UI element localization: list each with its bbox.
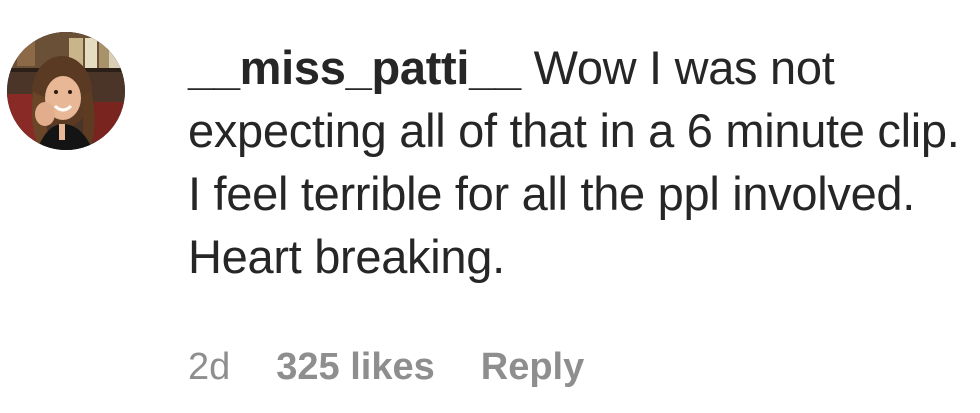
reply-button[interactable]: Reply [481,346,584,389]
comment: __miss_patti__ Wow I was not expecting a… [0,0,980,413]
likes-count[interactable]: 325 likes [276,346,434,389]
comment-body: __miss_patti__ Wow I was not expecting a… [188,36,968,288]
profile-photo-icon [7,32,125,150]
comment-meta: 2d 325 likes Reply [188,342,584,392]
username-link[interactable]: __miss_patti__ [188,41,521,94]
timestamp[interactable]: 2d [188,346,230,389]
avatar[interactable] [7,32,125,150]
